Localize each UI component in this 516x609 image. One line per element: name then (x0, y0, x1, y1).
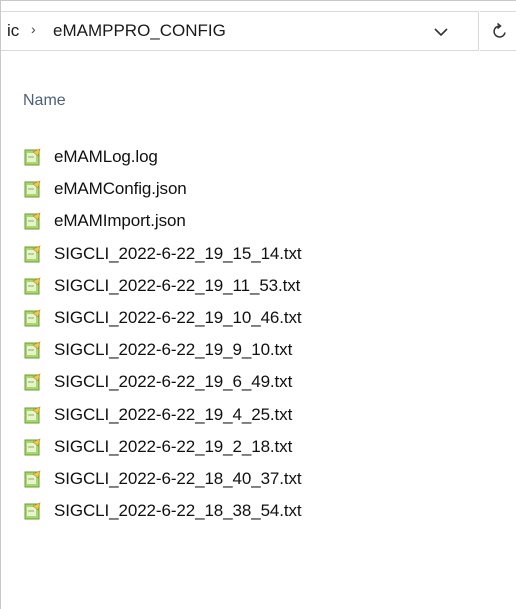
text-file-icon (24, 148, 41, 166)
file-name: SIGCLI_2022-6-22_19_4_25.txt (54, 404, 293, 424)
file-row[interactable]: SIGCLI_2022-6-22_19_15_14.txt (1, 238, 516, 270)
file-row[interactable]: SIGCLI_2022-6-22_19_9_10.txt (1, 334, 516, 366)
text-file-icon (24, 406, 41, 424)
text-file-icon (24, 373, 41, 391)
text-file-icon (24, 180, 41, 198)
breadcrumb-current-folder[interactable]: eMAMPPRO_CONFIG (53, 21, 226, 41)
file-name: eMAMImport.json (54, 211, 186, 231)
file-name: SIGCLI_2022-6-22_19_9_10.txt (54, 340, 293, 360)
file-name: eMAMLog.log (54, 147, 158, 167)
file-name: SIGCLI_2022-6-22_19_10_46.txt (54, 308, 302, 328)
file-row[interactable]: SIGCLI_2022-6-22_19_10_46.txt (1, 302, 516, 334)
file-row[interactable]: SIGCLI_2022-6-22_19_2_18.txt (1, 431, 516, 463)
file-name: SIGCLI_2022-6-22_19_11_53.txt (54, 275, 301, 295)
address-history-dropdown[interactable] (427, 20, 455, 44)
file-row[interactable]: eMAMLog.log (1, 141, 516, 173)
address-bar[interactable]: ic › eMAMPPRO_CONFIG (1, 11, 479, 51)
refresh-icon (493, 22, 506, 38)
text-file-icon (24, 309, 41, 327)
file-row[interactable]: SIGCLI_2022-6-22_19_6_49.txt (1, 366, 516, 398)
text-file-icon (24, 277, 41, 295)
file-list: eMAMLog.log eMAMConfig.json eMAMImport.j… (1, 141, 516, 527)
text-file-icon (24, 502, 41, 520)
text-file-icon (24, 470, 41, 488)
file-row[interactable]: eMAMImport.json (1, 205, 516, 237)
file-row[interactable]: SIGCLI_2022-6-22_19_11_53.txt (1, 270, 516, 302)
text-file-icon (24, 212, 41, 230)
text-file-icon (24, 438, 41, 456)
file-row[interactable]: SIGCLI_2022-6-22_18_40_37.txt (1, 463, 516, 495)
column-header-name[interactable]: Name (23, 92, 66, 110)
text-file-icon (24, 341, 41, 359)
file-name: SIGCLI_2022-6-22_19_2_18.txt (54, 436, 293, 456)
file-row[interactable]: SIGCLI_2022-6-22_18_38_54.txt (1, 495, 516, 527)
file-name: eMAMConfig.json (54, 179, 187, 199)
file-name: SIGCLI_2022-6-22_18_40_37.txt (54, 468, 302, 488)
chevron-down-icon (434, 28, 448, 37)
text-file-icon (24, 245, 41, 263)
file-name: SIGCLI_2022-6-22_19_15_14.txt (54, 243, 302, 263)
file-name: SIGCLI_2022-6-22_18_38_54.txt (54, 501, 302, 521)
file-explorer-window: ic › eMAMPPRO_CONFIG Name eMAMLog.log eM… (0, 0, 516, 609)
file-row[interactable]: eMAMConfig.json (1, 173, 516, 205)
breadcrumb-separator[interactable]: › (31, 21, 36, 37)
breadcrumb-parent[interactable]: ic (7, 21, 19, 41)
file-name: SIGCLI_2022-6-22_19_6_49.txt (54, 372, 293, 392)
refresh-button[interactable] (480, 11, 516, 51)
file-row[interactable]: SIGCLI_2022-6-22_19_4_25.txt (1, 399, 516, 431)
